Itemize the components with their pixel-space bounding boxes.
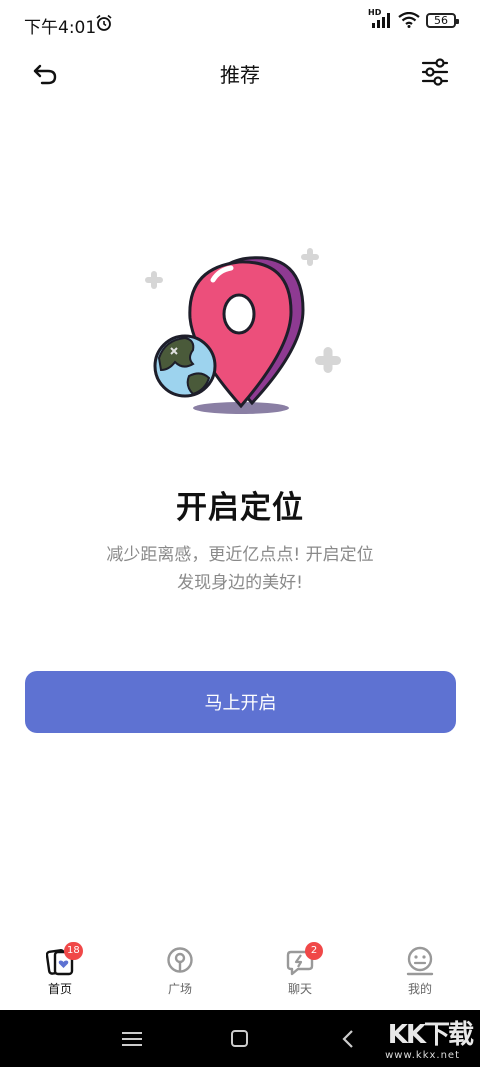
smiley-profile-icon: [406, 946, 434, 976]
home-square-icon[interactable]: [231, 1030, 248, 1047]
enable-location-headline: 开启定位: [176, 490, 304, 526]
enable-now-button[interactable]: 马上开启: [25, 671, 456, 733]
top-app-bar: 推荐: [0, 48, 480, 96]
tab-square[interactable]: 广场: [140, 936, 220, 1008]
battery-indicator: 56: [426, 12, 459, 28]
network-label: HD: [368, 8, 382, 17]
system-navigation-bar: KK下载 www.kkx.net: [0, 1010, 480, 1067]
back-chevron-icon[interactable]: [342, 1029, 354, 1049]
chat-badge: 2: [305, 942, 323, 960]
watermark-url: www.kkx.net: [385, 1050, 460, 1061]
tab-home[interactable]: 18 首页: [20, 936, 100, 1008]
tab-square-label: 广场: [167, 982, 192, 996]
battery-level: 56: [434, 13, 448, 27]
enable-location-description: 减少距离感，更近亿点点! 开启定位 发现身边的美好!: [0, 541, 480, 597]
alarm-icon: [96, 14, 112, 31]
tab-chat[interactable]: 2 聊天: [260, 936, 340, 1008]
description-line-2: 发现身边的美好!: [177, 573, 303, 593]
status-bar: 下午4:01 HD 56: [0, 0, 480, 48]
tab-profile[interactable]: 我的: [380, 936, 460, 1008]
status-indicators: HD 56: [368, 8, 459, 28]
recent-apps-icon[interactable]: [122, 1032, 142, 1046]
tab-home-label: 首页: [47, 982, 72, 996]
status-time: 下午4:01: [24, 18, 97, 38]
bottom-tab-bar: 18 首页 广场 2 聊天 我的: [0, 936, 480, 1008]
signal-icon: HD: [368, 8, 392, 28]
home-badge: 18: [64, 942, 83, 960]
wifi-icon: [398, 12, 420, 28]
watermark-logo: KK下载: [387, 1020, 474, 1050]
description-line-1: 减少距离感，更近亿点点! 开启定位: [106, 545, 374, 565]
filter-settings-icon[interactable]: [420, 58, 450, 86]
tab-chat-label: 聊天: [287, 982, 312, 996]
tab-profile-label: 我的: [407, 982, 432, 996]
location-pin-illustration: [145, 248, 341, 414]
location-pin-icon: [167, 947, 193, 973]
page-title: 推荐: [220, 63, 260, 87]
